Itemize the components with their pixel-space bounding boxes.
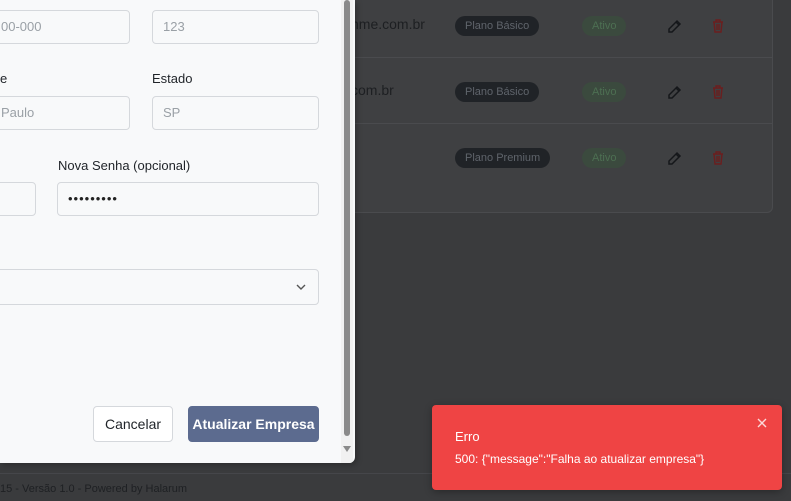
status-badge: Ativo xyxy=(582,82,627,102)
toast-title: Erro xyxy=(455,429,480,444)
plan-select[interactable] xyxy=(0,269,319,305)
footer-text: 15 - Versão 1.0 - Powered by Halarum xyxy=(0,483,188,495)
company-email: nme.com.br xyxy=(351,16,425,32)
numero-field[interactable]: 123 xyxy=(152,10,319,44)
table-row: nme.com.br Plano Básico Ativo xyxy=(331,0,772,58)
trash-icon[interactable] xyxy=(710,18,726,34)
modal-scrollbar[interactable] xyxy=(341,0,353,463)
status-badge: Ativo xyxy=(582,16,627,36)
cidade-field[interactable]: Paulo xyxy=(0,96,130,130)
toast-message: 500: {"message":"Falha ao atualizar empr… xyxy=(455,452,705,466)
edit-icon[interactable] xyxy=(667,18,683,34)
table-row: Plano Premium Ativo xyxy=(331,123,772,189)
edit-icon[interactable] xyxy=(667,150,683,166)
nova-senha-label: Nova Senha (opcional) xyxy=(58,158,191,173)
cidade-label: e xyxy=(0,71,8,86)
trash-icon[interactable] xyxy=(710,84,726,100)
plan-badge: Plano Básico xyxy=(455,16,540,36)
scroll-down-arrow-icon[interactable] xyxy=(343,446,351,452)
edit-company-modal: 00-000 123 e Estado Paulo SP Nova Senha … xyxy=(0,0,355,463)
cancel-button[interactable]: Cancelar xyxy=(93,406,173,442)
estado-label: Estado xyxy=(152,71,193,86)
company-email: com.br xyxy=(351,82,394,98)
update-company-button[interactable]: Atualizar Empresa xyxy=(188,406,319,442)
nova-senha-field[interactable]: ••••••••• xyxy=(57,182,319,216)
close-icon[interactable] xyxy=(756,417,768,429)
status-badge: Ativo xyxy=(582,148,627,168)
scrollbar-thumb[interactable] xyxy=(344,0,350,436)
trash-icon[interactable] xyxy=(710,150,726,166)
plan-badge: Plano Básico xyxy=(455,82,540,102)
estado-field[interactable]: SP xyxy=(152,96,319,130)
table-row: com.br Plano Básico Ativo xyxy=(331,57,772,124)
companies-card: nme.com.br Plano Básico Ativo com.br Pla… xyxy=(330,0,773,213)
plan-badge: Plano Premium xyxy=(455,148,551,168)
edit-icon[interactable] xyxy=(667,84,683,100)
cep-field[interactable]: 00-000 xyxy=(0,10,130,44)
chevron-down-icon xyxy=(296,284,306,290)
error-toast: Erro 500: {"message":"Falha ao atualizar… xyxy=(432,405,782,490)
password-field[interactable] xyxy=(0,182,36,216)
